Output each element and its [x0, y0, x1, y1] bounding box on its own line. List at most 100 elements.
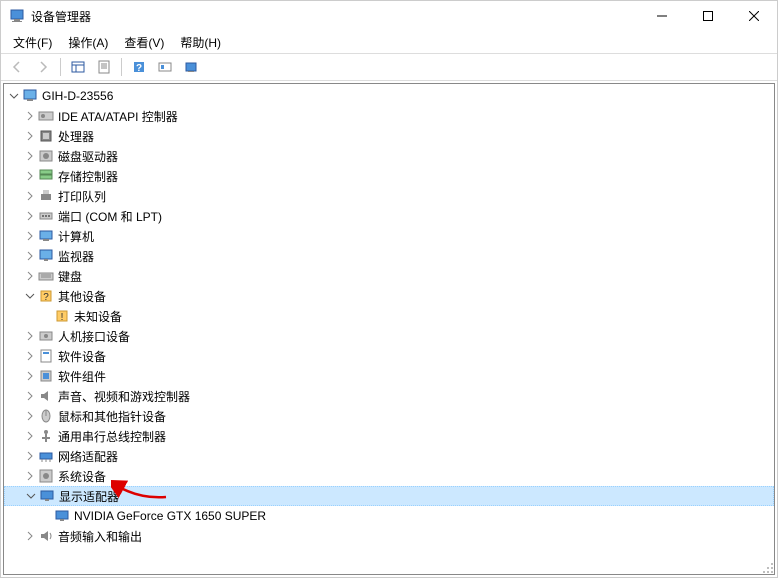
printer-icon: [38, 188, 54, 204]
expand-icon[interactable]: [22, 188, 38, 204]
window-controls: [639, 1, 777, 31]
software-icon: [38, 348, 54, 364]
svg-text:?: ?: [43, 292, 49, 303]
close-button[interactable]: [731, 1, 777, 31]
back-button[interactable]: [5, 56, 29, 78]
expand-icon[interactable]: [22, 448, 38, 464]
tree-node-label: 打印队列: [58, 188, 110, 205]
expand-icon[interactable]: [22, 528, 38, 544]
tree-node-label: 磁盘驱动器: [58, 148, 122, 165]
tree-node-label: GIH-D-23556: [42, 89, 117, 103]
tree-node-storage[interactable]: 存储控制器: [4, 166, 774, 186]
audio-icon: [38, 528, 54, 544]
tree-node-label: 键盘: [58, 268, 86, 285]
toolbar-separator: [60, 58, 61, 76]
cpu-icon: [38, 128, 54, 144]
tree-node-component[interactable]: 软件组件: [4, 366, 774, 386]
expand-icon[interactable]: [22, 368, 38, 384]
tree-node-label: 监视器: [58, 248, 98, 265]
tree-node-port[interactable]: 端口 (COM 和 LPT): [4, 206, 774, 226]
tree-node-label: 音频输入和输出: [58, 528, 146, 545]
tree-node-network[interactable]: 网络适配器: [4, 446, 774, 466]
maximize-button[interactable]: [685, 1, 731, 31]
disk-icon: [38, 148, 54, 164]
display-icon: [54, 508, 70, 524]
tree-node-display[interactable]: 显示适配器: [4, 486, 774, 506]
expand-icon[interactable]: [22, 388, 38, 404]
tree-node-label: 系统设备: [58, 468, 110, 485]
collapse-icon[interactable]: [6, 88, 22, 104]
forward-button[interactable]: [31, 56, 55, 78]
menubar: 文件(F) 操作(A) 查看(V) 帮助(H): [1, 31, 777, 53]
show-hidden-button[interactable]: [66, 56, 90, 78]
tree-node-monitor[interactable]: 监视器: [4, 246, 774, 266]
other-icon: ?: [38, 288, 54, 304]
tree-node-label: 人机接口设备: [58, 328, 134, 345]
toolbar: ?: [1, 53, 777, 81]
tree-node-child[interactable]: NVIDIA GeForce GTX 1650 SUPER: [4, 506, 774, 526]
expand-icon[interactable]: [22, 348, 38, 364]
tree-node-hid[interactable]: 人机接口设备: [4, 326, 774, 346]
tree-node-label: 通用串行总线控制器: [58, 428, 170, 445]
menu-help[interactable]: 帮助(H): [172, 32, 229, 53]
expand-icon[interactable]: [22, 128, 38, 144]
expand-icon[interactable]: [22, 168, 38, 184]
tree-root-node[interactable]: GIH-D-23556: [4, 86, 774, 106]
expand-icon[interactable]: [22, 228, 38, 244]
tree-node-usb[interactable]: 通用串行总线控制器: [4, 426, 774, 446]
unknown-icon: !: [54, 308, 70, 324]
scan-button[interactable]: [179, 56, 203, 78]
display-icon: [39, 488, 55, 504]
svg-text:!: !: [61, 312, 64, 323]
tree-node-mouse[interactable]: 鼠标和其他指针设备: [4, 406, 774, 426]
collapse-icon[interactable]: [23, 488, 39, 504]
tree-node-keyboard[interactable]: 键盘: [4, 266, 774, 286]
expand-icon[interactable]: [22, 468, 38, 484]
tree-node-label: 计算机: [58, 228, 98, 245]
system-icon: [38, 468, 54, 484]
computer-icon: [22, 88, 38, 104]
help-button[interactable]: ?: [127, 56, 151, 78]
menu-view[interactable]: 查看(V): [116, 32, 172, 53]
expand-icon[interactable]: [22, 408, 38, 424]
tree-node-label: 软件组件: [58, 368, 110, 385]
tree-node-label: IDE ATA/ATAPI 控制器: [58, 108, 182, 125]
tree-node-sound[interactable]: 声音、视频和游戏控制器: [4, 386, 774, 406]
app-icon: [9, 8, 25, 24]
properties-button[interactable]: [92, 56, 116, 78]
tree-node-other[interactable]: ? 其他设备: [4, 286, 774, 306]
mouse-icon: [38, 408, 54, 424]
device-tree[interactable]: GIH-D-23556 IDE ATA/ATAPI 控制器 处理器 磁盘驱动器 …: [3, 83, 775, 575]
tree-node-printer[interactable]: 打印队列: [4, 186, 774, 206]
minimize-button[interactable]: [639, 1, 685, 31]
tree-node-label: 端口 (COM 和 LPT): [58, 208, 166, 225]
expand-icon[interactable]: [22, 328, 38, 344]
monitor-icon: [38, 248, 54, 264]
tree-node-label: 其他设备: [58, 288, 110, 305]
tree-node-disk[interactable]: 磁盘驱动器: [4, 146, 774, 166]
menu-file[interactable]: 文件(F): [5, 32, 60, 53]
collapse-icon[interactable]: [22, 288, 38, 304]
menu-action[interactable]: 操作(A): [60, 32, 116, 53]
tree-node-system[interactable]: 系统设备: [4, 466, 774, 486]
tree-node-label: 处理器: [58, 128, 98, 145]
expand-icon[interactable]: [22, 148, 38, 164]
tree-node-audio[interactable]: 音频输入和输出: [4, 526, 774, 546]
tree-node-computer[interactable]: 计算机: [4, 226, 774, 246]
storage-icon: [38, 168, 54, 184]
tree-node-child[interactable]: ! 未知设备: [4, 306, 774, 326]
resize-grip[interactable]: [761, 561, 775, 575]
action-button[interactable]: [153, 56, 177, 78]
component-icon: [38, 368, 54, 384]
expand-icon[interactable]: [22, 428, 38, 444]
expand-icon[interactable]: [22, 268, 38, 284]
tree-node-software[interactable]: 软件设备: [4, 346, 774, 366]
expand-icon[interactable]: [22, 248, 38, 264]
expand-icon[interactable]: [22, 208, 38, 224]
toolbar-separator: [121, 58, 122, 76]
window-title: 设备管理器: [31, 8, 639, 25]
tree-node-ide[interactable]: IDE ATA/ATAPI 控制器: [4, 106, 774, 126]
expand-icon[interactable]: [22, 108, 38, 124]
svg-text:?: ?: [136, 63, 142, 74]
tree-node-cpu[interactable]: 处理器: [4, 126, 774, 146]
